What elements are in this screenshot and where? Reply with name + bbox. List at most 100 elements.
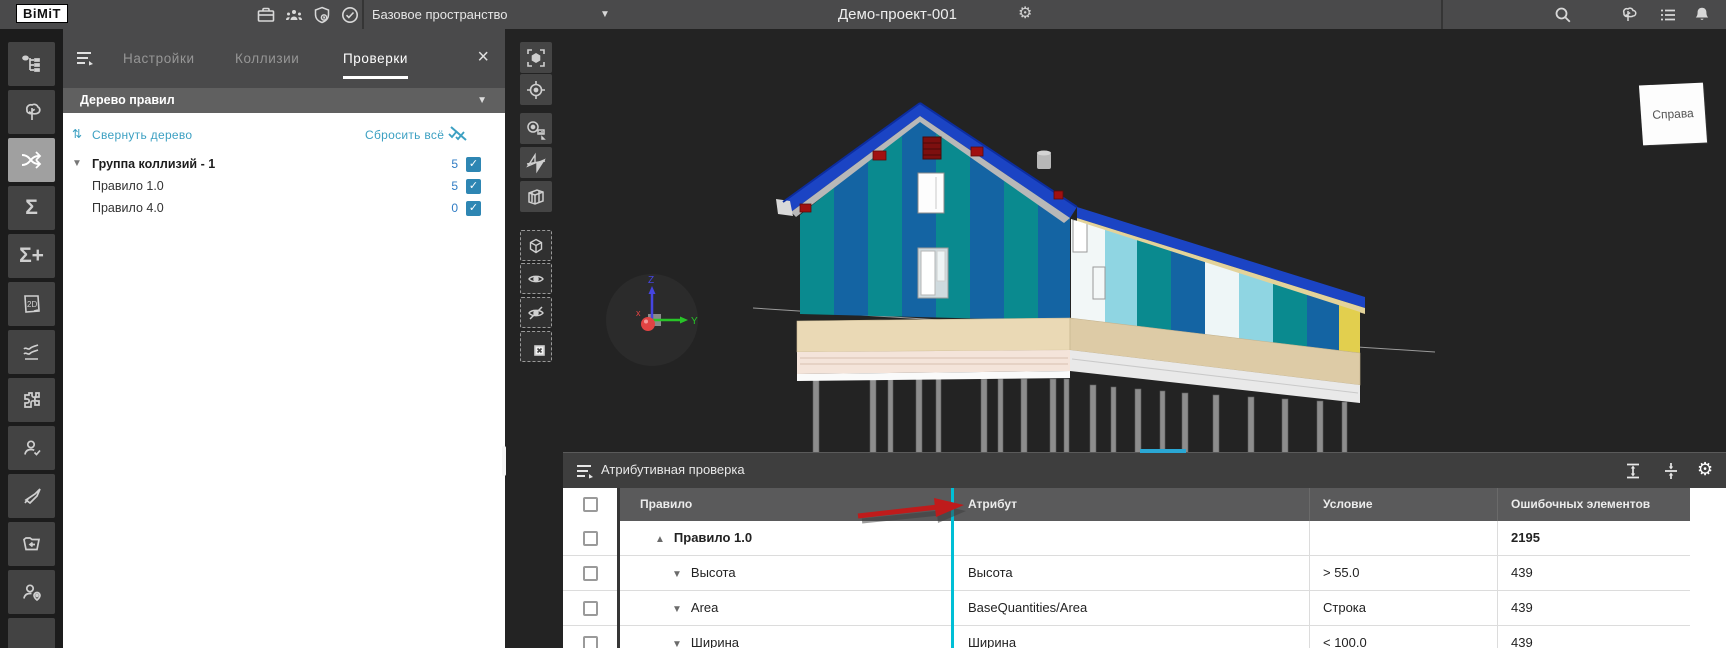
sidebar-item-folder-export[interactable]	[8, 522, 55, 566]
sidebar-item-drawings-2d[interactable]: 2D	[8, 282, 55, 326]
attribute-value: Ширина	[954, 626, 1309, 648]
show-selection-button[interactable]	[520, 263, 552, 294]
section-box-button[interactable]	[520, 181, 552, 212]
sidebar-item-clash-detection[interactable]	[8, 138, 55, 182]
reset-checks-icon[interactable]	[447, 125, 469, 143]
panel-menu-icon[interactable]	[575, 462, 595, 480]
sidebar-item-construction[interactable]	[8, 474, 55, 518]
sidebar-item-more[interactable]	[8, 618, 55, 648]
table-row[interactable]: ▼Ширина Ширина < 100.0 439	[563, 626, 1726, 648]
workspace-selector[interactable]: Базовое пространство	[372, 7, 508, 22]
tree-row-checkbox[interactable]: ✓	[466, 157, 481, 172]
axis-z-label: Z	[648, 275, 654, 286]
project-settings-gear-icon[interactable]: ⚙	[1018, 6, 1032, 22]
bell-icon[interactable]	[1692, 5, 1712, 25]
tree-row-label: Правило 1.0	[92, 175, 164, 197]
reset-all-link[interactable]: Сбросить всё	[365, 128, 444, 142]
tree-row-checkbox[interactable]: ✓	[466, 201, 481, 216]
axis-y-label: Y	[691, 316, 698, 327]
tree-row-label: Группа коллизий - 1	[92, 153, 215, 175]
tree-row-rule[interactable]: Правило 1.0 5 ✓	[63, 175, 505, 197]
expand-rows-icon[interactable]	[1623, 461, 1643, 481]
collapse-tree-link[interactable]: Свернуть дерево	[92, 128, 192, 142]
caret-down-icon[interactable]: ▼	[672, 639, 682, 648]
isolate-selection-button[interactable]	[520, 230, 552, 261]
row-checkbox[interactable]	[563, 556, 617, 591]
tree-row-count: 5	[438, 153, 458, 175]
project-title: Демо-проект-001	[838, 6, 957, 23]
tree-row-group[interactable]: ▼ Группа коллизий - 1 5 ✓	[63, 153, 505, 175]
viewport-bottom-indicator[interactable]	[1140, 449, 1186, 453]
shield-user-icon[interactable]	[312, 5, 332, 25]
bim-application-window: BiMiT Базовое пространство ▼ Демо-проект…	[0, 0, 1726, 648]
measure-tape-button[interactable]	[520, 113, 552, 144]
top-bar: BiMiT Базовое пространство ▼ Демо-проект…	[0, 0, 1726, 29]
list-icon[interactable]	[1658, 5, 1678, 25]
panel-scrollbar-thumb[interactable]	[502, 446, 506, 476]
tree-row-rule[interactable]: Правило 4.0 0 ✓	[63, 197, 505, 219]
tree-row-count: 0	[438, 197, 458, 219]
table-row[interactable]: ▼Area BaseQuantities/Area Строка 439	[563, 591, 1726, 626]
sigma-plus-icon: Σ+	[19, 244, 44, 268]
caret-down-icon[interactable]: ▼	[672, 569, 682, 580]
rule-name: Высота	[691, 565, 736, 580]
row-checkbox[interactable]	[563, 626, 617, 648]
view-cube-face[interactable]: Справа	[1639, 83, 1707, 146]
panel-menu-icon[interactable]	[75, 49, 95, 67]
house-model[interactable]	[690, 85, 1460, 455]
sidebar-item-charts[interactable]	[8, 330, 55, 374]
main-sidebar: Σ Σ+ 2D	[0, 29, 63, 648]
locate-target-button[interactable]	[520, 74, 552, 105]
column-header-errors[interactable]: Ошибочных элементов	[1497, 488, 1690, 521]
sidebar-item-model-tree[interactable]	[8, 90, 55, 134]
sidebar-item-totals[interactable]: Σ	[8, 186, 55, 230]
errors-count: 2195	[1497, 521, 1690, 556]
search-icon[interactable]	[1553, 5, 1573, 25]
tab-collisions[interactable]: Коллизии	[235, 51, 299, 76]
sidebar-item-user-check[interactable]	[8, 426, 55, 470]
hide-selection-button[interactable]	[520, 297, 552, 328]
table-settings-gear-icon[interactable]: ⚙	[1697, 461, 1713, 477]
sidebar-item-model-structure[interactable]	[8, 42, 55, 86]
check-circle-icon[interactable]	[340, 5, 360, 25]
rule-name: Правило 1.0	[674, 530, 752, 545]
table-row[interactable]: ▲ Правило 1.0 2195	[563, 521, 1726, 556]
clear-selection-button[interactable]	[520, 331, 552, 362]
chevron-down-icon[interactable]: ▼	[600, 9, 610, 20]
tree-row-checkbox[interactable]: ✓	[466, 179, 481, 194]
column-header-condition[interactable]: Условие	[1309, 488, 1497, 521]
rule-tree-header-label: Дерево правил	[80, 93, 175, 107]
caret-down-icon[interactable]: ▼	[72, 153, 82, 175]
condition-value: < 100.0	[1309, 626, 1497, 648]
tab-settings[interactable]: Настройки	[123, 51, 195, 76]
model-tree-icon[interactable]	[1618, 5, 1638, 25]
caret-down-icon[interactable]: ▼	[672, 604, 682, 615]
tab-checks[interactable]: Проверки	[343, 51, 408, 79]
app-logo[interactable]: BiMiT	[16, 4, 68, 23]
tree-row-label: Правило 4.0	[92, 197, 164, 219]
briefcase-icon[interactable]	[256, 5, 276, 25]
close-icon[interactable]: ×	[477, 47, 489, 67]
column-header-attribute[interactable]: Атрибут	[954, 488, 1309, 521]
table-row[interactable]: ▼Высота Высота > 55.0 439	[563, 556, 1726, 591]
sigma-icon: Σ	[25, 196, 38, 220]
collapse-rows-icon[interactable]	[1661, 461, 1681, 481]
section-plane-button[interactable]	[520, 147, 552, 178]
rule-tree-header[interactable]: Дерево правил ▼	[63, 88, 505, 113]
fit-to-view-button[interactable]	[520, 42, 552, 73]
select-all-checkbox[interactable]	[563, 488, 617, 521]
condition-value: > 55.0	[1309, 556, 1497, 591]
sidebar-item-user-location[interactable]	[8, 570, 55, 614]
sidebar-item-plugins[interactable]	[8, 378, 55, 422]
errors-count: 439	[1497, 626, 1690, 648]
row-checkbox[interactable]	[563, 521, 617, 556]
caret-up-icon[interactable]: ▲	[655, 534, 665, 545]
sidebar-item-totals-add[interactable]: Σ+	[8, 234, 55, 278]
row-checkbox[interactable]	[563, 591, 617, 626]
axis-gizmo[interactable]: Z Y x	[606, 274, 698, 366]
attribute-check-header: Атрибутивная проверка ⚙	[563, 453, 1726, 488]
collapse-tree-icon[interactable]: ⇅	[72, 127, 82, 141]
errors-count: 439	[1497, 591, 1690, 626]
team-icon[interactable]	[284, 5, 304, 25]
attribute-check-title: Атрибутивная проверка	[601, 462, 745, 477]
